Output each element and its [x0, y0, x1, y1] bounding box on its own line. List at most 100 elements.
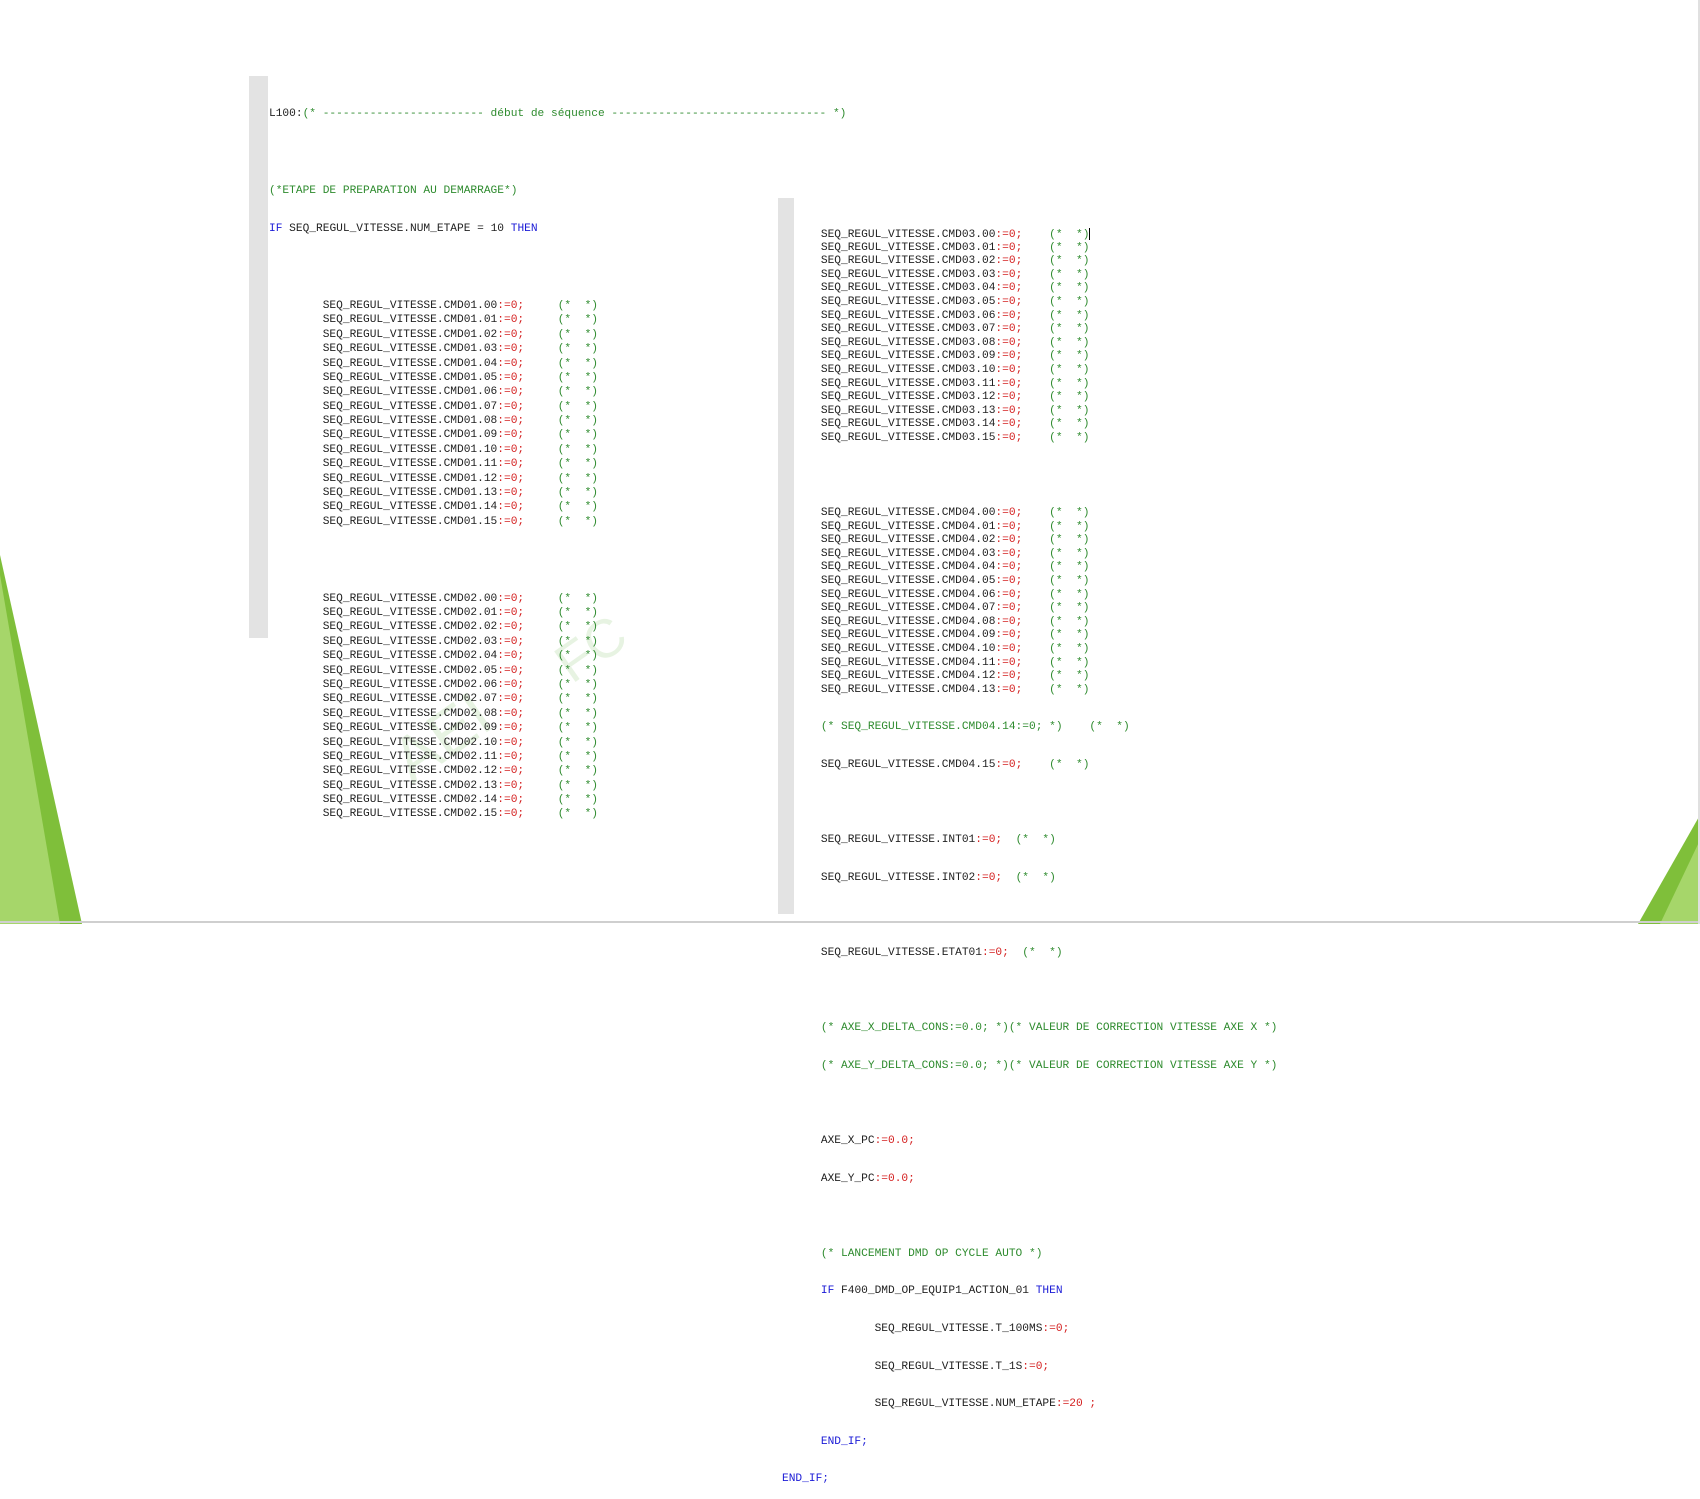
- empty-comment: (* *): [557, 693, 599, 706]
- code-line-header: L100:(* ------------------------ début d…: [269, 107, 846, 121]
- code-line-assignment: SEQ_REGUL_VITESSE.CMD04.10:=0; (* *): [794, 643, 1277, 657]
- var-name: SEQ_REGUL_VITESSE.CMD02.06: [322, 678, 498, 691]
- code-line-assignment: SEQ_REGUL_VITESSE.CMD01.05:=0; (* *): [269, 371, 846, 385]
- var-name: SEQ_REGUL_VITESSE.CMD02.07: [322, 693, 498, 706]
- code-line-assignment: SEQ_REGUL_VITESSE.CMD04.03:=0; (* *): [794, 548, 1277, 562]
- var-name: SEQ_REGUL_VITESSE.CMD03.12: [820, 391, 996, 404]
- var-name: SEQ_REGUL_VITESSE.CMD03.08: [820, 336, 996, 349]
- var-name: SEQ_REGUL_VITESSE.CMD02.05: [322, 664, 498, 677]
- left-editor-gutter: [249, 76, 268, 638]
- empty-comment: (* *): [557, 722, 599, 735]
- assign-op: :=0;: [995, 336, 1023, 349]
- code-line-assignment: SEQ_REGUL_VITESSE.CMD01.08:=0; (* *): [269, 414, 846, 428]
- empty-comment: (* *): [557, 429, 599, 442]
- empty-comment: (* *): [1049, 507, 1090, 520]
- code-line-assignment: SEQ_REGUL_VITESSE.CMD02.14:=0; (* *): [269, 793, 846, 807]
- empty-comment: (* *): [1015, 834, 1056, 847]
- empty-comment: (* *): [1049, 391, 1090, 404]
- code-line-axe-y-comment: (* AXE_Y_DELTA_CONS:=0.0; *)(* VALEUR DE…: [794, 1059, 1278, 1074]
- code-line-axe-x-pc: AXE_X_PC:=0.0;: [794, 1135, 1277, 1149]
- assign-op: :=0;: [995, 309, 1023, 322]
- assign-op: :=0;: [995, 643, 1023, 656]
- assign-op: :=0;: [995, 282, 1023, 295]
- code-line-assignment: SEQ_REGUL_VITESSE.CMD02.10:=0; (* *): [269, 736, 846, 750]
- code-line-num-etape: SEQ_REGUL_VITESSE.NUM_ETAPE:=20 ;: [794, 1398, 1277, 1412]
- empty-comment: (* *): [1015, 871, 1056, 884]
- empty-comment: (* *): [1049, 575, 1090, 588]
- axe-y-comment: (* AXE_Y_DELTA_CONS:=0.0; *)(* VALEUR DE…: [820, 1059, 1278, 1072]
- empty-comment: (* *): [557, 750, 599, 763]
- var-name: SEQ_REGUL_VITESSE.CMD04.05: [820, 575, 996, 588]
- code-line-assignment: SEQ_REGUL_VITESSE.CMD03.04:=0; (* *): [794, 282, 1277, 296]
- assign-op: :=0;: [497, 621, 525, 634]
- empty-comment: (* *): [1049, 228, 1090, 241]
- code-line-assignment: SEQ_REGUL_VITESSE.CMD04.05:=0; (* *): [794, 575, 1277, 589]
- code-line-assignment: SEQ_REGUL_VITESSE.CMD02.03:=0; (* *): [269, 635, 846, 649]
- assign-op: :=0;: [497, 458, 525, 471]
- assign-op: :=0;: [497, 357, 525, 370]
- cmd04-group: SEQ_REGUL_VITESSE.CMD04.00:=0; (* *) SEQ…: [794, 507, 1277, 697]
- var-name: SEQ_REGUL_VITESSE.CMD04.02: [820, 534, 996, 547]
- var-name: SEQ_REGUL_VITESSE.CMD01.14: [322, 501, 498, 514]
- empty-comment: (* *): [1049, 431, 1090, 444]
- empty-comment: (* *): [557, 707, 599, 720]
- code-line-end-if-inner: END_IF;: [794, 1436, 1277, 1450]
- empty-comment: (* *): [557, 357, 599, 370]
- empty-comment: (* *): [557, 650, 599, 663]
- code-line-assignment: SEQ_REGUL_VITESSE.CMD01.07:=0; (* *): [269, 400, 846, 414]
- code-line-assignment: SEQ_REGUL_VITESSE.CMD01.04:=0; (* *): [269, 357, 846, 371]
- empty-comment: (* *): [557, 386, 599, 399]
- var-name: SEQ_REGUL_VITESSE.CMD04.08: [820, 615, 996, 628]
- assign-op: :=0;: [497, 664, 525, 677]
- end-if-keyword: END_IF;: [820, 1435, 868, 1448]
- code-line-assignment: SEQ_REGUL_VITESSE.CMD03.13:=0; (* *): [794, 405, 1277, 419]
- header-comment: (* ------------------------ début de séq…: [302, 108, 847, 120]
- var-name: SEQ_REGUL_VITESSE.CMD01.12: [322, 472, 498, 485]
- left-code-pane[interactable]: L100:(* ------------------------ début d…: [269, 83, 846, 834]
- empty-comment: (* *): [557, 779, 599, 792]
- code-line-assignment: SEQ_REGUL_VITESSE.CMD02.15:=0; (* *): [269, 807, 846, 821]
- code-line-assignment: SEQ_REGUL_VITESSE.CMD01.15:=0; (* *): [269, 515, 846, 529]
- empty-comment: (* *): [1049, 309, 1090, 322]
- var-name: SEQ_REGUL_VITESSE.CMD04.15: [820, 759, 996, 771]
- var-name: SEQ_REGUL_VITESSE.CMD04.04: [820, 561, 996, 574]
- right-code-pane[interactable]: SEQ_REGUL_VITESSE.CMD03.00:=0; (* *) SEQ…: [782, 204, 1278, 1499]
- empty-comment: (* *): [1049, 404, 1090, 417]
- var-name: SEQ_REGUL_VITESSE.CMD04.12: [820, 670, 996, 683]
- code-line-axe-x-comment: (* AXE_X_DELTA_CONS:=0.0; *)(* VALEUR DE…: [794, 1022, 1278, 1036]
- empty-comment: (* *): [557, 765, 599, 778]
- var-name: SEQ_REGUL_VITESSE.CMD01.02: [322, 328, 498, 341]
- assign-op: :=0;: [497, 328, 525, 341]
- code-line-assignment: SEQ_REGUL_VITESSE.CMD01.13:=0; (* *): [269, 486, 846, 500]
- assign-op: :=0;: [995, 268, 1023, 281]
- var-name: SEQ_REGUL_VITESSE.CMD03.09: [820, 350, 996, 363]
- code-line-assignment: SEQ_REGUL_VITESSE.CMD01.03:=0; (* *): [269, 342, 846, 356]
- empty-comment: (* *): [1049, 615, 1090, 628]
- var-name: SEQ_REGUL_VITESSE.CMD02.11: [322, 750, 498, 763]
- step-comment: (*ETAPE DE PREPARATION AU DEMARRAGE*): [269, 184, 518, 197]
- empty-comment: (* *): [1049, 282, 1090, 295]
- code-line-assignment: SEQ_REGUL_VITESSE.CMD01.09:=0; (* *): [269, 428, 846, 442]
- code-line-end-if-outer: END_IF;: [782, 1473, 1277, 1487]
- var-name: SEQ_REGUL_VITESSE.CMD02.13: [322, 779, 498, 792]
- empty-comment: (* *): [557, 794, 599, 807]
- var-name: SEQ_REGUL_VITESSE.CMD01.06: [322, 386, 498, 399]
- var-name: SEQ_REGUL_VITESSE.INT01: [820, 834, 976, 847]
- code-line-assignment: SEQ_REGUL_VITESSE.CMD01.14:=0; (* *): [269, 500, 846, 514]
- assign-op: :=0;: [497, 487, 525, 500]
- empty-comment: (* *): [1049, 534, 1090, 547]
- var-name: SEQ_REGUL_VITESSE.CMD03.10: [820, 363, 996, 376]
- var-name: SEQ_REGUL_VITESSE.INT02: [820, 871, 976, 884]
- var-name: SEQ_REGUL_VITESSE.CMD01.03: [322, 343, 498, 356]
- empty-comment: (* *): [1049, 377, 1090, 390]
- var-name: SEQ_REGUL_VITESSE.CMD02.00: [322, 592, 498, 605]
- assign-op: :=0;: [995, 255, 1023, 268]
- empty-comment: (* *): [557, 472, 599, 485]
- var-name: SEQ_REGUL_VITESSE.CMD02.14: [322, 794, 498, 807]
- empty-comment: (* *): [1049, 520, 1090, 533]
- assign-op: :=0;: [995, 520, 1023, 533]
